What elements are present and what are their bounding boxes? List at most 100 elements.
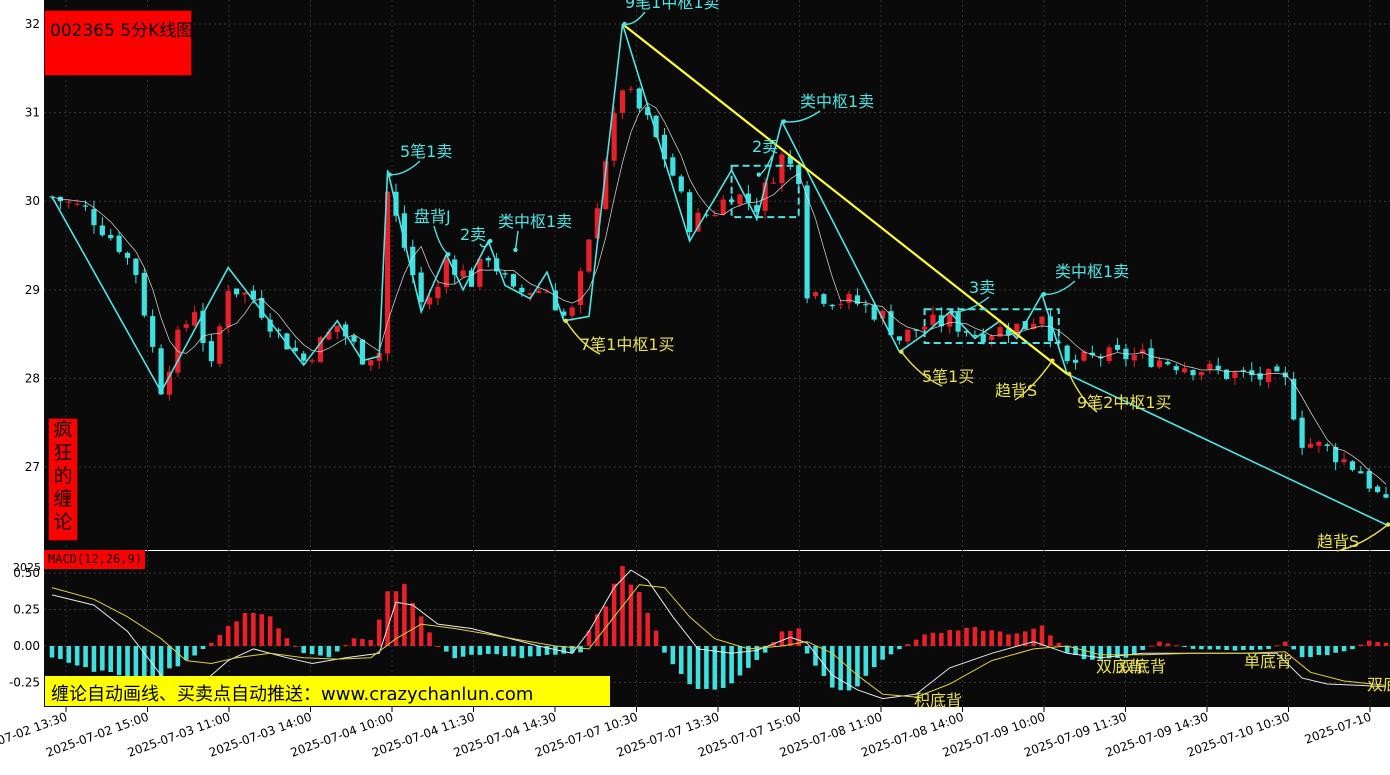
candle-down [292,347,298,352]
candle-down [1148,348,1154,367]
macd-bar-negative [897,646,902,650]
macd-bar-positive [1048,635,1053,646]
candle-down [108,234,114,239]
macd-bar-negative [1132,646,1137,655]
candle-down [1215,365,1221,370]
candle-down [133,258,139,275]
macd-bar-negative [880,646,885,660]
candle-up [838,303,844,305]
macd-bar-positive [1383,642,1389,646]
candle-down [150,316,156,347]
macd-bar-positive [930,632,936,646]
macd-bar-negative [192,646,197,656]
macd-bar-positive [1358,644,1364,646]
macd-bar-negative [309,646,315,655]
brand-char: 狂 [53,442,73,464]
divergence-label: 单底背 [1244,652,1292,671]
candle-down [1257,373,1263,380]
macd-bar-negative [460,646,466,657]
macd-bar-negative [1291,646,1297,650]
candle-down [1064,345,1070,362]
candle-up [619,90,626,113]
macd-bar-negative [502,646,508,657]
macd-bar-negative [444,646,449,652]
candle-down [1274,366,1280,372]
candle-down [670,157,676,176]
macd-bar-positive [418,616,424,646]
macd-tick-label: 0.25 [13,603,40,617]
candle-down [980,333,986,343]
candle-down [863,304,869,306]
macd-bar-negative [83,646,88,668]
annotation-arrow-head [949,309,954,315]
macd-bar-negative [687,646,692,685]
signal-label: 趋背S [1317,532,1359,551]
annotation-arrow-head [387,172,392,177]
candle-up [586,239,592,272]
candle-down [418,272,424,303]
candle-down [233,288,240,295]
macd-bar-positive [947,629,953,646]
macd-bar-negative [1266,646,1271,649]
candle-up [712,215,718,217]
macd-bar-negative [108,646,114,672]
macd-bar-negative [133,646,139,681]
candle-down [208,341,215,362]
divergence-label: 双底背 [1118,657,1166,676]
macd-bar-positive [267,616,273,646]
macd-bar-positive [242,613,248,646]
annotation-arrow-head [446,252,451,257]
macd-bar-negative [670,646,676,665]
candle-down [502,273,508,275]
macd-bar-negative [1207,646,1213,650]
candle-up [368,360,374,366]
brand-box: 疯 狂 的 缠 论 [48,418,78,541]
macd-bar-negative [1299,646,1305,658]
price-tick-label: 31 [25,106,40,120]
candle-up [921,326,928,330]
macd-bar-positive [259,614,265,646]
candle-up [192,312,198,326]
candle-down [141,272,147,316]
macd-bar-negative [888,646,894,655]
indicator-label: MACD(12,26,9) [48,552,142,566]
brand-char: 疯 [53,419,73,441]
macd-bar-positive [410,602,416,646]
candle-down [351,335,357,342]
candle-up [930,314,936,326]
candle-up [225,290,231,327]
candle-up [947,313,953,327]
macd-bar-negative [712,646,718,690]
signal-label: 9笔2中枢1买 [1077,393,1172,412]
macd-bar-negative [1140,646,1145,650]
macd-bar-negative [704,646,709,689]
candle-up [477,258,483,287]
macd-bar-negative [183,646,189,660]
signal-label: 趋背S [995,381,1037,400]
signal-label: 5笔1卖 [400,142,452,161]
macd-bar-negative [1350,646,1355,650]
candle-down [116,235,122,252]
divergence-label: 双底 [1367,675,1390,694]
macd-bar-positive [360,639,365,646]
macd-bar-negative [100,646,105,671]
macd-bar-positive [351,638,357,646]
macd-bar-positive [402,584,407,646]
macd-bar-negative [695,646,701,689]
candle-down [1114,344,1121,350]
macd-bar-positive [293,646,298,647]
kline-chart: 323130292827 0.500.250.00-0.25 2025-07-0… [0,0,1390,775]
macd-bar-positive [653,630,659,646]
candle-up [74,203,80,205]
price-tick-label: 30 [25,194,40,208]
macd-bar-negative [1199,646,1204,650]
candle-down [485,257,491,261]
candle-down [510,274,517,287]
macd-bar-positive [284,638,290,646]
candle-down [1349,461,1356,470]
promo-banner[interactable]: 缠论自动画线、买卖点自动推送：www.crazychanlun.com [45,676,610,706]
annotation-arrow-head [899,349,904,355]
candle-down [1299,417,1305,448]
candle-down [1072,359,1079,363]
candle-down [99,225,105,236]
